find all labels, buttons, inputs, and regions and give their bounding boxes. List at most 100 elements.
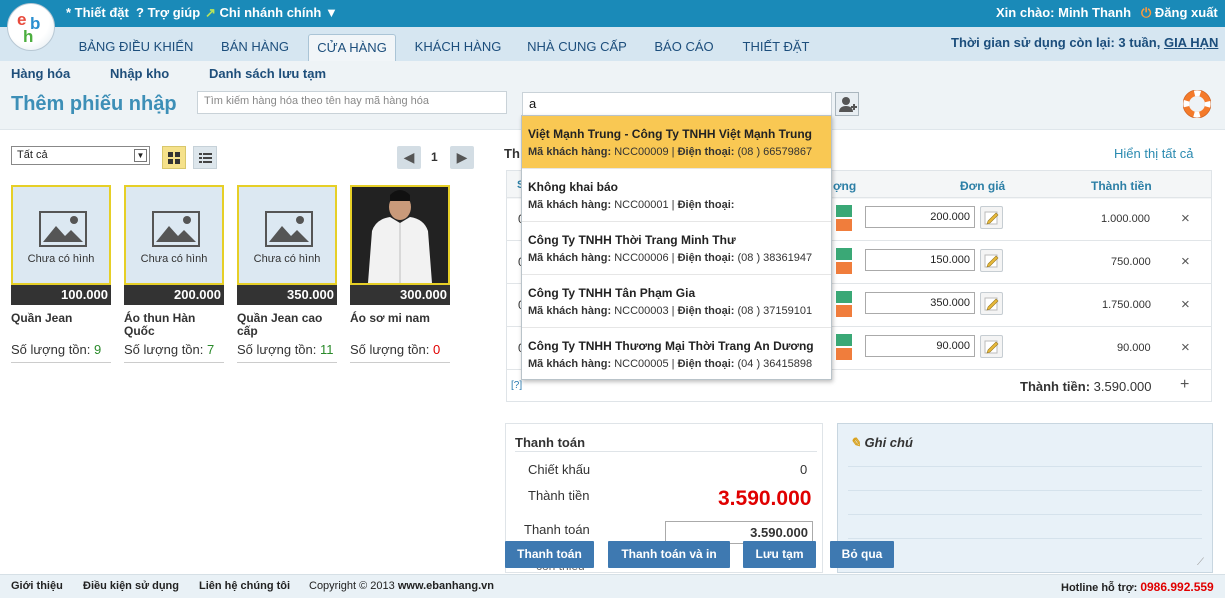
remove-row-icon[interactable]: ×	[1181, 296, 1190, 313]
chevron-left-icon: ◀	[403, 149, 415, 165]
resize-handle-icon[interactable]: ⟋	[1197, 557, 1204, 568]
arrow-down-icon[interactable]	[836, 348, 852, 360]
supplier-detail: Mã khách hàng: NCC00003 | Điện thoại: (0…	[528, 305, 813, 317]
tab-suppliers[interactable]: NHÀ CUNG CẤP	[520, 34, 634, 61]
code-label: Mã khách hàng:	[528, 305, 612, 317]
remove-row-icon[interactable]: ×	[1181, 210, 1190, 227]
product-card[interactable]: 300.000 Áo sơ mi nam Số lượng tồn: 0	[350, 185, 450, 363]
code-label: Mã khách hàng:	[528, 358, 612, 370]
qty-stepper[interactable]	[836, 291, 852, 317]
supplier-option[interactable]: Công Ty TNHH Thời Trang Minh Thư Mã khác…	[522, 222, 831, 275]
tab-customers[interactable]: KHÁCH HÀNG	[405, 34, 511, 61]
subnav-import[interactable]: Nhập kho	[110, 66, 169, 81]
product-stock: Số lượng tồn: 7	[124, 342, 224, 363]
site-name: www.ebanhang.vn	[397, 580, 494, 592]
pay-button[interactable]: Thanh toán	[505, 541, 594, 568]
list-view-button[interactable]	[193, 146, 217, 169]
supplier-search-input[interactable]: a	[522, 92, 832, 116]
supplier-option[interactable]: Công Ty TNHH Tân Phạm Gia Mã khách hàng:…	[522, 275, 831, 328]
no-image-caption: Chưa có hình	[27, 253, 95, 265]
supplier-option[interactable]: Việt Mạnh Trung - Công Ty TNHH Việt Mạnh…	[522, 116, 831, 169]
skip-button[interactable]: Bỏ qua	[830, 541, 894, 568]
supplier-name: Không khai báo	[528, 180, 618, 194]
phone-value: (08 ) 37159101	[737, 305, 813, 317]
qty-stepper[interactable]	[836, 205, 852, 231]
user-icon	[839, 97, 857, 112]
arrow-up-icon[interactable]	[836, 205, 852, 217]
arrow-up-icon[interactable]	[836, 291, 852, 303]
code-value: NCC00005	[614, 358, 669, 370]
qty-stepper[interactable]	[836, 334, 852, 360]
product-card[interactable]: Chưa có hình 350.000 Quần Jean cao cấp S…	[237, 185, 337, 363]
copyright: Copyright © 2013 www.ebanhang.vn	[309, 580, 494, 592]
show-all-link[interactable]: Hiển thị tất cả	[1114, 146, 1194, 161]
pencil-icon	[984, 297, 999, 311]
supplier-detail: Mã khách hàng: NCC00001 | Điện thoại:	[528, 199, 735, 211]
subnav-drafts[interactable]: Danh sách lưu tạm	[209, 66, 326, 81]
image-placeholder-icon	[39, 211, 87, 247]
ebh-logo[interactable]: e b h	[7, 3, 55, 51]
unit-price-input[interactable]: 350.000	[865, 292, 975, 314]
unit-price-input[interactable]: 150.000	[865, 249, 975, 271]
supplier-option[interactable]: Công Ty TNHH Thương Mại Thời Trang An Dư…	[522, 328, 831, 381]
edit-button[interactable]	[980, 292, 1003, 315]
footer-terms-link[interactable]: Điều kiện sử dụng	[83, 580, 179, 592]
unit-price-input[interactable]: 200.000	[865, 206, 975, 228]
arrow-up-icon[interactable]	[836, 248, 852, 260]
supplier-option[interactable]: Không khai báo Mã khách hàng: NCC00001 |…	[522, 169, 831, 222]
edit-button[interactable]	[980, 206, 1003, 229]
tab-settings[interactable]: THIẾT ĐẶT	[733, 34, 819, 61]
logout-link[interactable]: ⏻ Đăng xuất	[1141, 5, 1218, 21]
grid-icon	[168, 152, 180, 164]
arrow-down-icon[interactable]	[836, 219, 852, 231]
tab-sales[interactable]: BÁN HÀNG	[210, 34, 300, 61]
category-select[interactable]: Tất cả ▼	[11, 146, 150, 165]
edit-button[interactable]	[980, 335, 1003, 358]
note-line	[848, 466, 1202, 467]
help-link[interactable]: [?]	[511, 380, 522, 391]
tab-store[interactable]: CỬA HÀNG	[308, 34, 396, 61]
settings-link[interactable]: * Thiết đặt	[66, 5, 129, 20]
prev-page-button[interactable]: ◀	[397, 146, 421, 169]
branch-selector[interactable]: ↗ Chi nhánh chính ▼	[205, 5, 338, 21]
grid-sum: Thành tiền: 3.590.000	[1020, 379, 1152, 394]
lifebuoy-icon[interactable]	[1182, 89, 1212, 121]
product-name: Áo thun Hàn Quốc	[124, 311, 196, 338]
image-placeholder-icon	[152, 211, 200, 247]
help-link[interactable]: ? Trợ giúp	[136, 5, 200, 20]
pay-label: Thanh toán	[524, 522, 590, 537]
tab-reports[interactable]: BÁO CÁO	[643, 34, 725, 61]
renew-link[interactable]: GIA HẠN	[1164, 35, 1218, 50]
save-draft-button[interactable]: Lưu tạm	[743, 541, 816, 568]
sum-label: Thành tiền:	[1020, 379, 1091, 394]
edit-button[interactable]	[980, 249, 1003, 272]
arrow-up-icon[interactable]	[836, 334, 852, 346]
product-card[interactable]: Chưa có hình 100.000 Quần Jean Số lượng …	[11, 185, 111, 363]
next-page-button[interactable]: ▶	[450, 146, 474, 169]
no-image-caption: Chưa có hình	[253, 253, 321, 265]
remove-row-icon[interactable]: ×	[1181, 253, 1190, 270]
product-search-input[interactable]: Tìm kiếm hàng hóa theo tên hay mã hàng h…	[197, 91, 507, 114]
footer-intro-link[interactable]: Giới thiệu	[11, 580, 63, 592]
hotline-label: Hotline hỗ trợ:	[1061, 582, 1138, 594]
subnav-products[interactable]: Hàng hóa	[11, 66, 70, 81]
product-name: Áo sơ mi nam	[350, 311, 430, 325]
add-row-icon[interactable]: +	[1180, 376, 1189, 394]
arrow-down-icon[interactable]	[836, 262, 852, 274]
supplier-name: Công Ty TNHH Thương Mại Thời Trang An Dư…	[528, 339, 814, 353]
grid-view-button[interactable]	[162, 146, 186, 169]
qty-stepper[interactable]	[836, 248, 852, 274]
add-supplier-button[interactable]	[835, 92, 859, 116]
arrow-down-icon[interactable]	[836, 305, 852, 317]
product-stock: Số lượng tồn: 0	[350, 342, 450, 363]
product-card[interactable]: Chưa có hình 200.000 Áo thun Hàn Quốc Số…	[124, 185, 224, 363]
remove-row-icon[interactable]: ×	[1181, 339, 1190, 356]
footer-contact-link[interactable]: Liên hệ chúng tôi	[199, 580, 290, 592]
tab-dashboard[interactable]: BẢNG ĐIỀU KHIỂN	[70, 34, 202, 61]
phone-label: Điện thoại:	[677, 305, 735, 317]
unit-price-input[interactable]: 90.000	[865, 335, 975, 357]
phone-value: (08 ) 66579867	[737, 146, 813, 158]
pay-print-button[interactable]: Thanh toán và in	[608, 541, 730, 568]
pencil-icon	[984, 254, 999, 268]
product-price: 350.000	[237, 285, 337, 305]
